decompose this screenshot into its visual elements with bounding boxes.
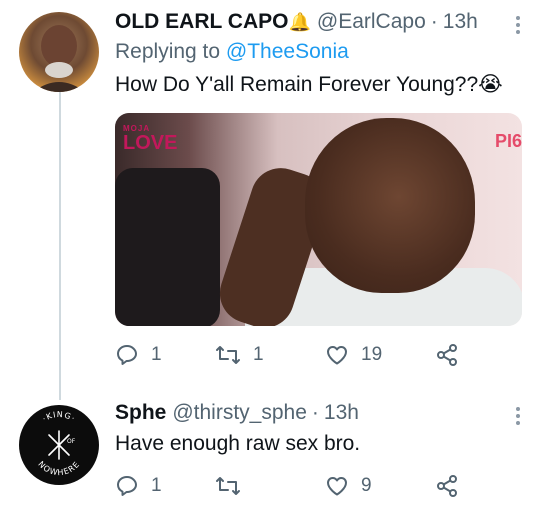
tweet-text-content: How Do Y'all Remain Forever Young?? xyxy=(115,73,479,96)
retweet-button[interactable]: 1 xyxy=(215,343,325,367)
display-name[interactable]: Sphe xyxy=(115,401,166,425)
replying-prefix: Replying to xyxy=(115,40,221,63)
reply-icon xyxy=(117,476,137,496)
tweet: Sphe @thirsty_sphe · 13h Have enough raw… xyxy=(115,401,522,457)
timestamp[interactable]: 13h xyxy=(324,401,359,425)
like-icon xyxy=(327,346,347,365)
mention-link[interactable]: @TheeSonia xyxy=(226,40,349,63)
like-icon xyxy=(327,477,347,496)
handle[interactable]: @thirsty_sphe xyxy=(172,401,307,425)
reply-count: 1 xyxy=(151,475,162,496)
separator: · xyxy=(430,10,438,33)
tweet-actions: 1 1 19 xyxy=(115,343,475,367)
king-of-nowhere-logo: ·KING· NOWHERE OF xyxy=(36,410,81,478)
tweet-actions: 1 9 xyxy=(115,474,475,498)
thread-line xyxy=(59,92,61,400)
media-corner-text: PI6 xyxy=(494,131,522,151)
retweet-count: 1 xyxy=(253,344,264,365)
share-button[interactable] xyxy=(435,474,459,498)
avatar-photo xyxy=(33,25,85,92)
share-icon xyxy=(437,475,457,497)
head-shape xyxy=(305,118,475,293)
reply-count: 1 xyxy=(151,344,162,365)
retweet-icon xyxy=(216,477,240,495)
tweet-header: Sphe @thirsty_sphe · 13h xyxy=(115,401,522,425)
separator: · xyxy=(311,401,319,424)
reply-button[interactable]: 1 xyxy=(115,474,215,498)
more-icon[interactable] xyxy=(516,16,522,34)
share-icon xyxy=(437,344,457,366)
like-button[interactable]: 9 xyxy=(325,474,435,498)
like-button[interactable]: 19 xyxy=(325,343,435,367)
handle[interactable]: @EarlCapo xyxy=(317,10,426,34)
svg-text:NOWHERE: NOWHERE xyxy=(36,460,81,478)
tweet-image[interactable]: MOJA LOVE PI6 xyxy=(115,113,522,326)
tweet: OLD EARL CAPO 🔔 @EarlCapo · 13h Replying… xyxy=(115,10,522,98)
bell-emoji: 🔔 xyxy=(288,12,311,32)
avatar[interactable] xyxy=(19,12,99,92)
svg-text:·KING·: ·KING· xyxy=(41,410,77,424)
avatar-text-top: ·KING· xyxy=(41,410,76,424)
display-name[interactable]: OLD EARL CAPO xyxy=(115,10,288,34)
avatar-text-mid: OF xyxy=(67,438,76,445)
like-count: 19 xyxy=(361,344,383,365)
logo-big-text: LOVE xyxy=(123,132,178,154)
retweet-icon xyxy=(216,346,240,364)
reply-button[interactable]: 1 xyxy=(115,343,215,367)
avatar-text-bottom: NOWHERE xyxy=(36,460,80,478)
chair-shape xyxy=(115,168,220,326)
timestamp[interactable]: 13h xyxy=(443,10,478,34)
like-count: 9 xyxy=(361,475,372,496)
avatar[interactable]: ·KING· NOWHERE OF xyxy=(19,405,99,485)
crying-emoji: 😭 xyxy=(478,73,503,96)
tweet-text: Have enough raw sex bro. xyxy=(115,432,361,455)
reply-icon xyxy=(117,345,137,365)
share-button[interactable] xyxy=(435,343,459,367)
replying-to: Replying to @TheeSonia xyxy=(115,40,522,64)
media-logo: MOJA LOVE xyxy=(123,125,178,154)
tweet-text: How Do Y'all Remain Forever Young??😭 xyxy=(115,72,522,98)
tweet-header: OLD EARL CAPO 🔔 @EarlCapo · 13h xyxy=(115,10,522,34)
more-icon[interactable] xyxy=(516,407,522,425)
retweet-button[interactable] xyxy=(215,474,325,498)
